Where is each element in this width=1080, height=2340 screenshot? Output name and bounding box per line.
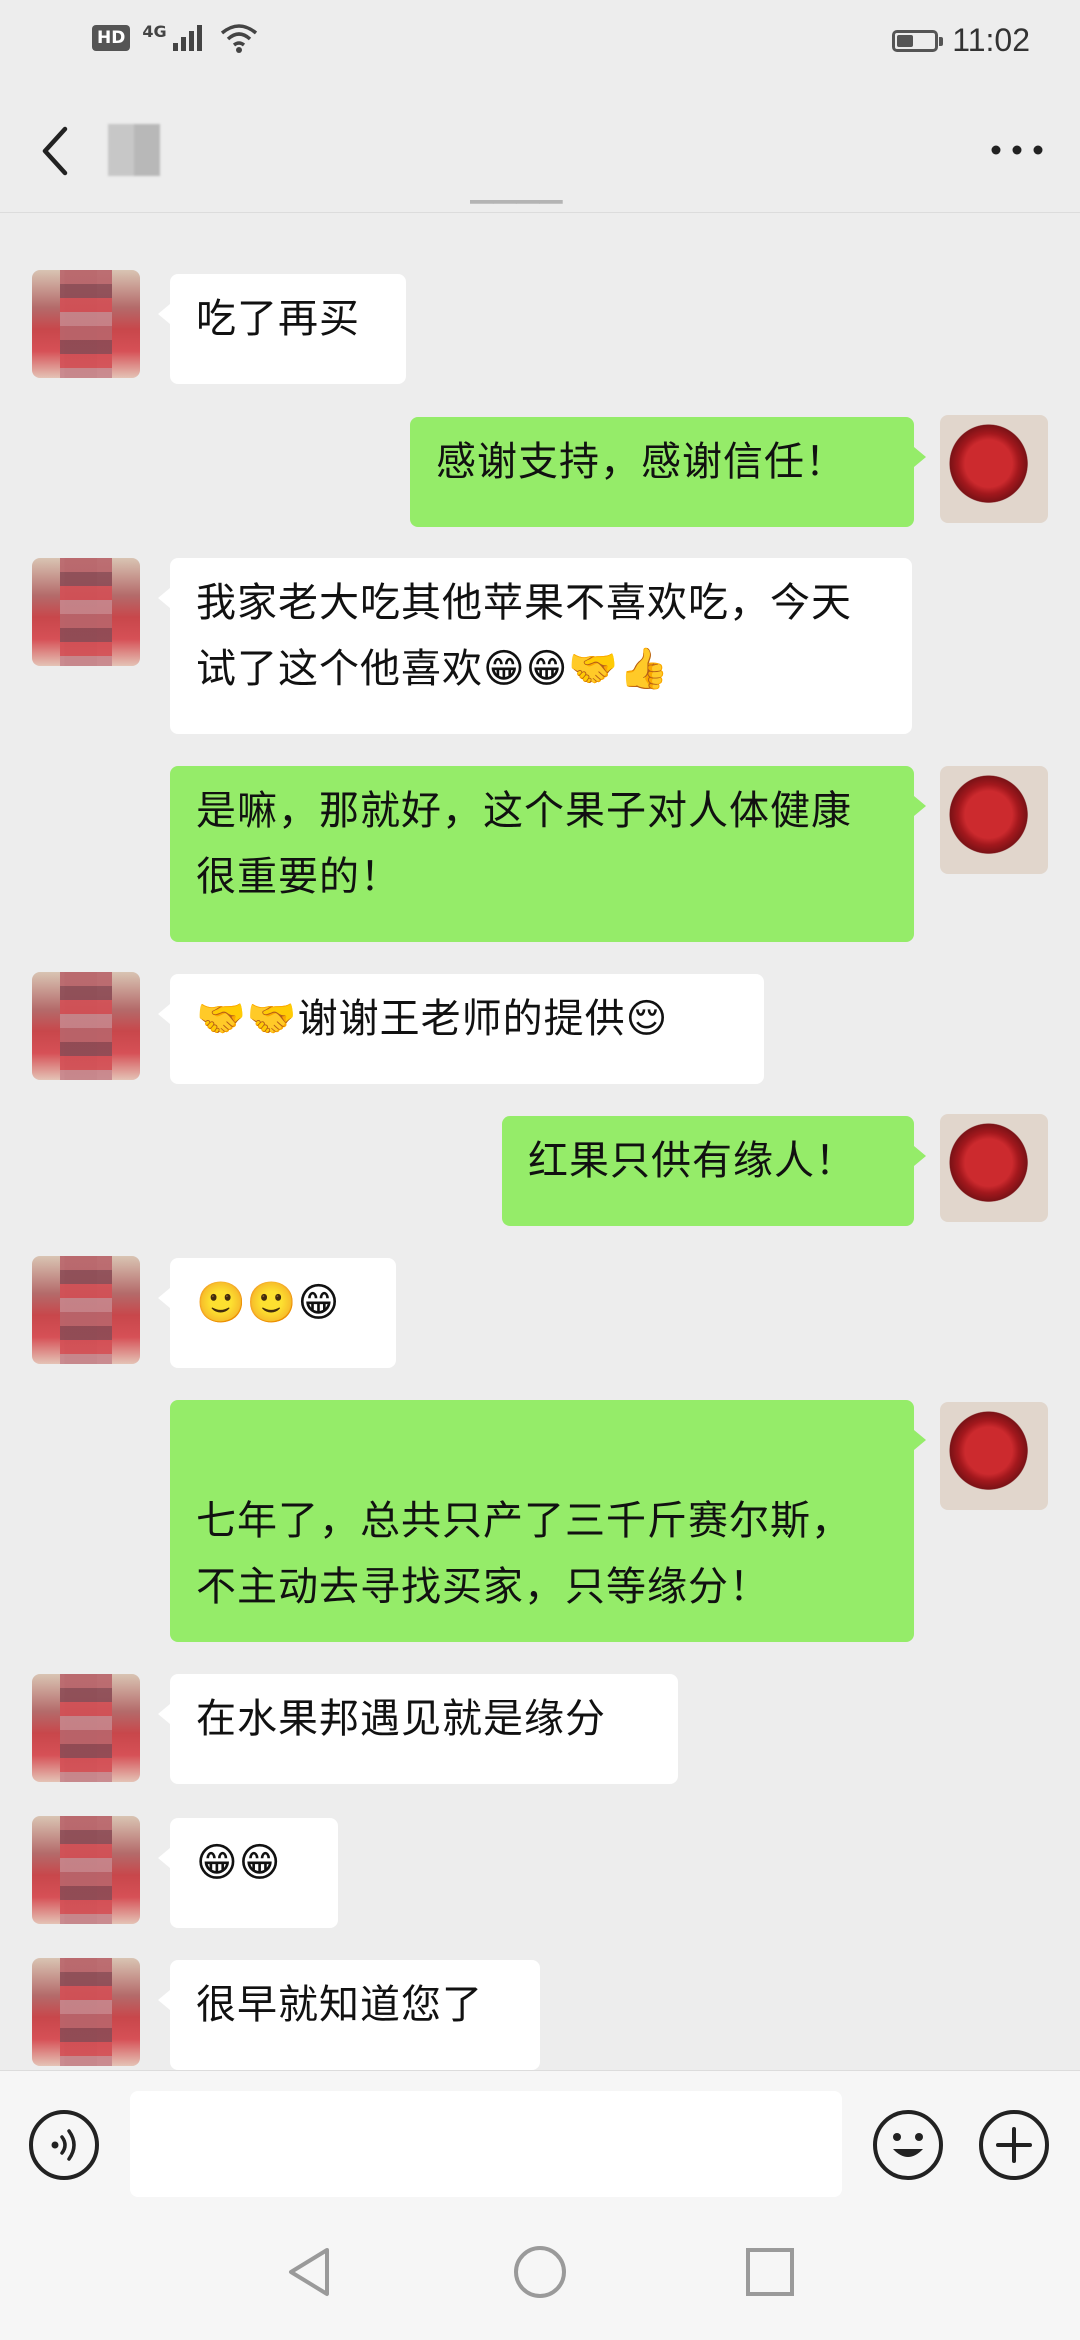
emoji-button[interactable] [872,2109,944,2181]
self-avatar[interactable] [940,415,1048,523]
contact-name-blurred [108,124,160,176]
message-bubble[interactable]: 吃了再买 [158,274,406,384]
chat-messages[interactable]: 吃了再买 感谢支持，感谢信任！ 我家老大吃其他苹果不喜欢吃，今天试了这个他喜欢😁… [0,214,1080,2070]
battery-icon [892,29,944,52]
signal-icon [172,25,202,51]
emoji-icon [873,2110,943,2180]
system-navigation-bar [0,2202,1080,2340]
plus-icon [979,2110,1049,2180]
message-input[interactable] [130,2091,842,2197]
message-bubble[interactable]: 七年了，总共只产了三千斤赛尔斯，不主动去寻找买家，只等缘分！ [170,1400,926,1642]
header-divider [0,212,1080,213]
system-recents-button[interactable] [740,2242,800,2302]
message-bubble[interactable]: 🙂🙂😁 [158,1258,396,1368]
message-bubble[interactable]: 感谢支持，感谢信任！ [410,417,926,527]
status-time: 11:02 [952,22,1030,58]
message-bubble[interactable]: 是嘛，那就好，这个果子对人体健康很重要的！ [170,766,926,942]
status-bar: HD 4G 11:02 [0,0,1080,84]
message-bubble[interactable]: 😁😁 [158,1818,338,1928]
contact-avatar[interactable] [32,270,140,378]
voice-icon [29,2110,99,2180]
message-bubble[interactable]: 红果只供有缘人！ [502,1116,926,1226]
message-bubble[interactable]: 🤝🤝谢谢王老师的提供😌 [158,974,764,1084]
more-button[interactable] [982,120,1052,180]
system-back-button[interactable] [278,2242,338,2302]
chat-header [0,90,1080,210]
home-circle-icon [514,2246,566,2298]
more-dots-icon [991,145,1043,155]
message-bubble[interactable]: 在水果邦遇见就是缘分 [158,1674,678,1784]
message-bubble[interactable]: 我家老大吃其他苹果不喜欢吃，今天试了这个他喜欢😁😁🤝👍 [158,558,912,734]
battery-fill [897,34,914,47]
self-avatar[interactable] [940,1402,1048,1510]
contact-avatar[interactable] [32,1674,140,1782]
self-avatar[interactable] [940,1114,1048,1222]
system-home-button[interactable] [510,2242,570,2302]
chevron-left-icon [42,126,68,176]
recents-square-icon [746,2248,794,2296]
back-triangle-icon [289,2248,329,2296]
hd-badge: HD [92,25,131,51]
wifi-icon [220,24,257,53]
voice-button[interactable] [28,2109,100,2181]
plus-button[interactable] [978,2109,1050,2181]
contact-avatar[interactable] [32,558,140,666]
contact-avatar[interactable] [32,1816,140,1924]
contact-avatar[interactable] [32,1256,140,1364]
contact-avatar[interactable] [32,972,140,1080]
self-avatar[interactable] [940,766,1048,874]
message-bubble[interactable]: 很早就知道您了 [158,1960,540,2070]
contact-avatar[interactable] [32,1958,140,2066]
status-right: 11:02 [892,22,1030,59]
status-left: HD 4G [92,22,259,54]
network-type: 4G [142,22,167,41]
back-button[interactable] [28,116,84,186]
input-bar [0,2070,1080,2203]
